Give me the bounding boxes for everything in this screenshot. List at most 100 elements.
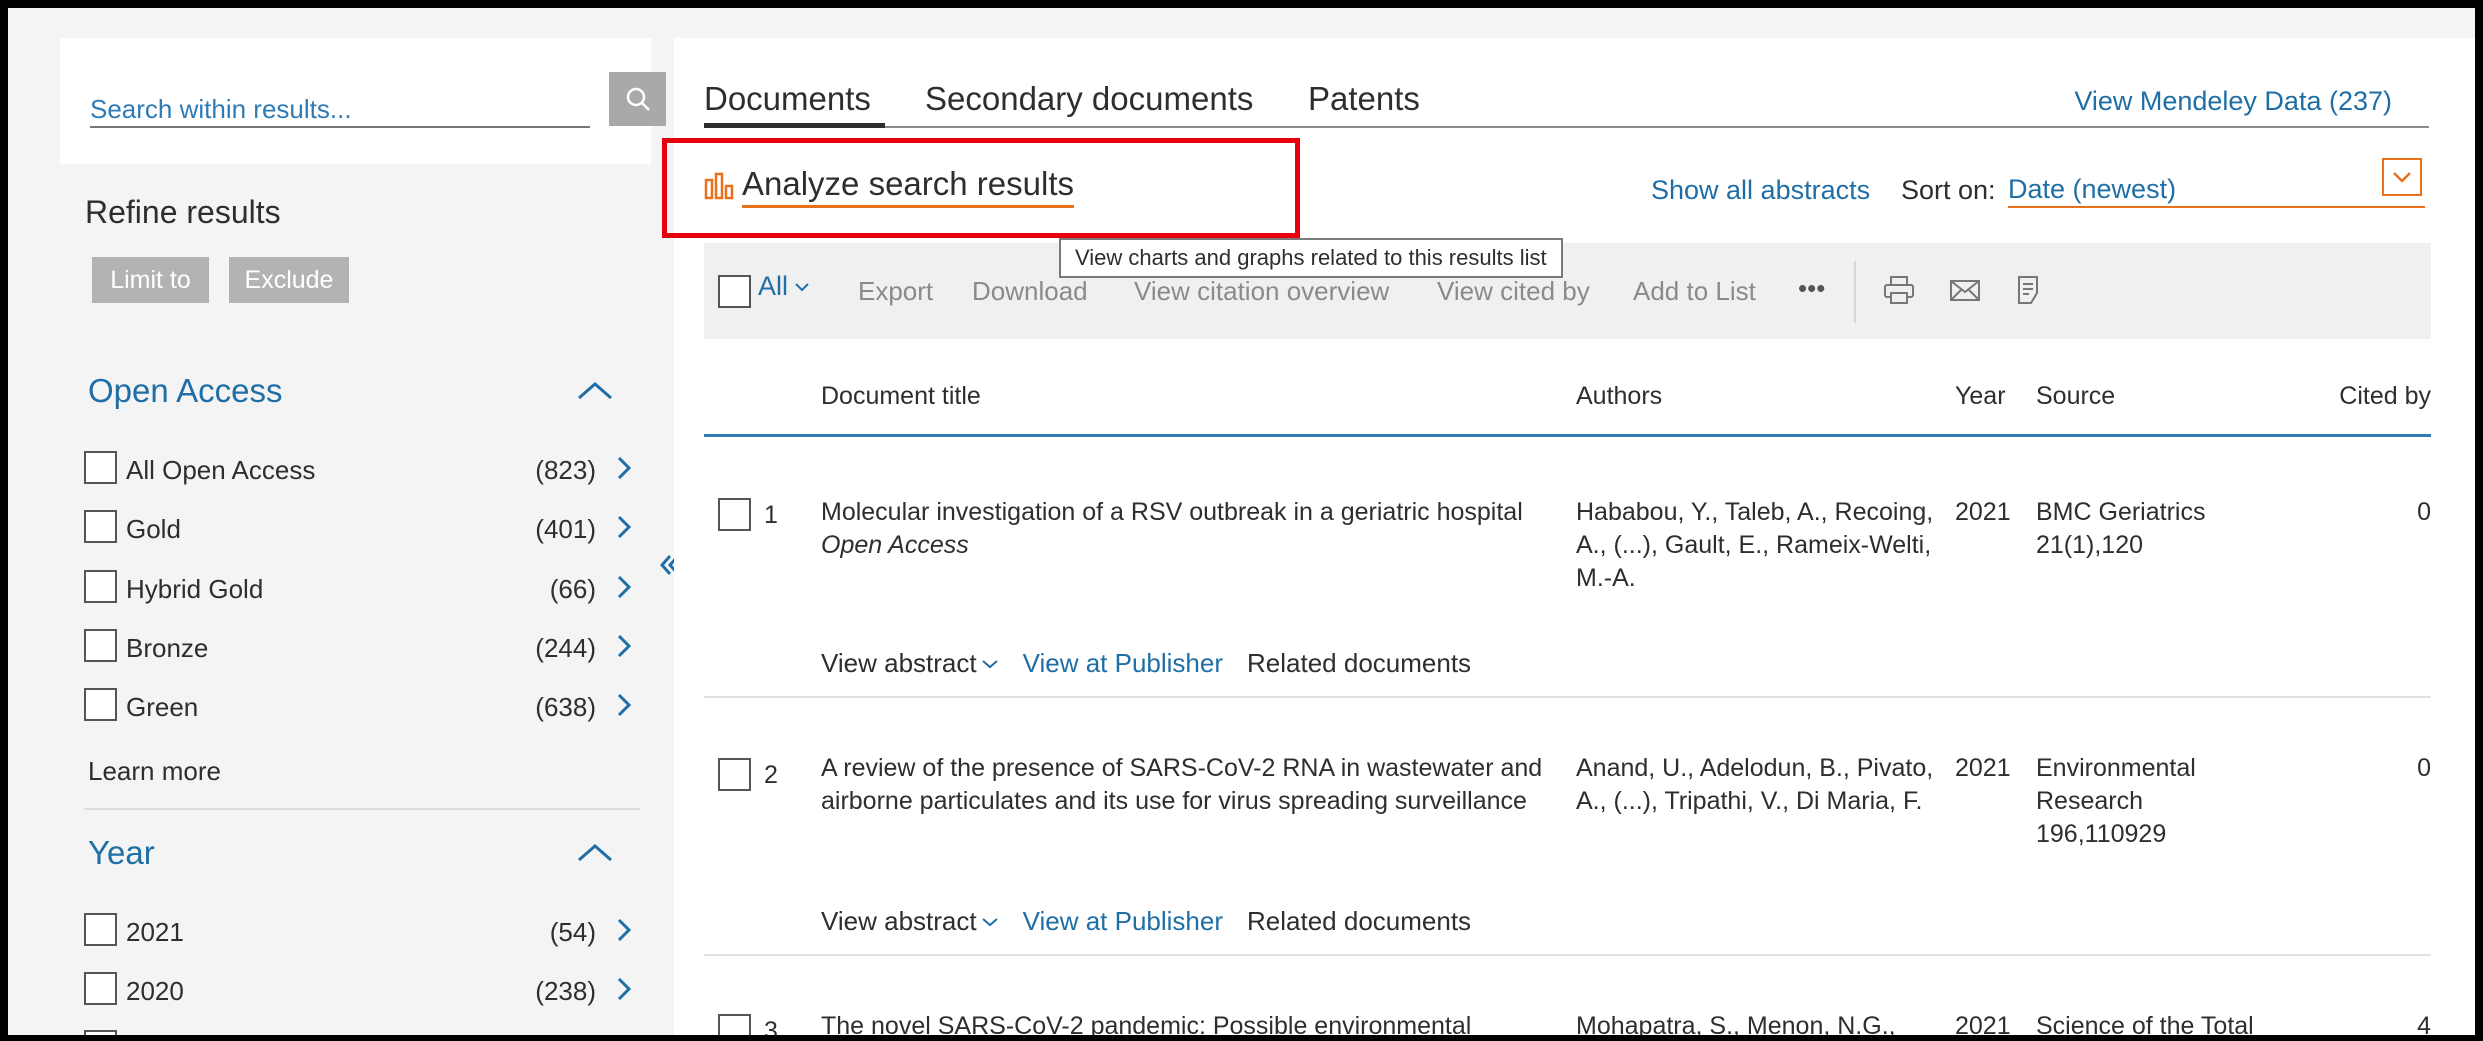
search-button[interactable] [609,72,666,126]
checkbox[interactable] [84,451,117,484]
open-access-label: Open Access [821,531,969,559]
chevron-right-icon[interactable] [614,631,634,661]
checkbox[interactable] [84,510,117,543]
add-to-list-button[interactable]: Add to List [1633,276,1756,307]
tab-patents[interactable]: Patents [1308,80,1420,118]
facet-row-2021[interactable]: 2021 (54) [84,911,644,951]
sort-select[interactable]: Date (newest) [2008,168,2425,208]
refine-sidebar: Refine results Limit to Exclude Open Acc… [8,8,680,1035]
chevron-down-icon [981,917,998,926]
print-icon[interactable] [1882,273,1916,307]
chevron-down-icon [795,282,809,291]
facet-row-hybrid-gold[interactable]: Hybrid Gold (66) [84,568,644,608]
chevron-up-icon[interactable] [575,376,615,404]
chevron-up-icon[interactable] [575,838,615,866]
analyze-search-results-button[interactable]: Analyze search results [704,165,1074,208]
chevron-right-icon[interactable] [614,572,634,602]
more-options-button[interactable]: ••• [1798,273,1825,304]
facet-row-green[interactable]: Green (638) [84,686,644,726]
facet-row-bronze[interactable]: Bronze (244) [84,627,644,667]
column-header-source[interactable]: Source [2036,382,2115,411]
checkbox[interactable] [84,913,117,946]
chevron-right-icon[interactable] [614,512,634,542]
chevron-down-icon [981,659,998,668]
view-abstract-label: View abstract [821,906,977,936]
learn-more-link[interactable]: Learn more [88,756,221,787]
view-abstract-button[interactable]: View abstract [821,906,999,937]
document-title-text: A review of the presence of SARS-CoV-2 R… [821,754,1543,815]
document-title[interactable]: Molecular investigation of a RSV outbrea… [821,496,1561,562]
facet-row-partial[interactable] [84,1028,644,1035]
document-title-text: Molecular investigation of a RSV outbrea… [821,498,1523,526]
view-at-publisher-link[interactable]: View at Publisher [1023,648,1223,679]
column-header-year[interactable]: Year [1955,382,2006,411]
tab-documents[interactable]: Documents [704,80,871,118]
bibliography-icon[interactable] [2012,273,2046,307]
column-header-authors[interactable]: Authors [1576,382,1662,411]
facet-label: Gold [126,514,181,544]
row-actions: View abstract View at Publisher Related … [821,906,1471,937]
analyze-label: Analyze search results [742,165,1074,208]
related-documents-link[interactable]: Related documents [1247,648,1471,679]
authors[interactable]: Hababou, Y., Taleb, A., Recoing, A., (..… [1576,496,1946,595]
facet-row-gold[interactable]: Gold (401) [84,508,644,548]
checkbox[interactable] [84,688,117,721]
checkbox[interactable] [84,1030,117,1035]
chevron-right-icon[interactable] [614,453,634,483]
page-frame: Refine results Limit to Exclude Open Acc… [0,0,2483,1041]
sort-dropdown-button[interactable] [2382,158,2422,196]
open-access-facet-title[interactable]: Open Access [88,372,282,410]
checkbox[interactable] [84,629,117,662]
chevron-right-icon[interactable] [614,974,634,1004]
facet-count: (238) [535,976,596,1006]
facet-count: (54) [549,917,596,947]
authors[interactable]: Anand, U., Adelodun, B., Pivato, A., (..… [1576,752,1946,818]
checkbox[interactable] [84,570,117,603]
checkbox[interactable] [84,972,117,1005]
row-checkbox[interactable] [718,758,751,791]
document-title[interactable]: A review of the presence of SARS-CoV-2 R… [821,752,1561,818]
limit-to-button[interactable]: Limit to [92,257,209,303]
facet-label: Hybrid Gold [126,574,264,604]
source[interactable]: Environmental Research 196,110929 [2036,752,2216,851]
exclude-button[interactable]: Exclude [229,257,349,303]
year-facet-title[interactable]: Year [88,834,155,872]
download-button[interactable]: Download [972,276,1088,307]
row-checkbox[interactable] [718,498,751,531]
chevron-right-icon[interactable] [614,915,634,945]
table-row: 3 The novel SARS-CoV-2 pandemic: Possibl… [704,956,2431,1040]
facet-row-all-open-access[interactable]: All Open Access (823) [84,449,644,489]
view-mendeley-data-link[interactable]: View Mendeley Data (237) [2074,86,2392,117]
chevron-right-icon[interactable] [614,690,634,720]
column-header-title[interactable]: Document title [821,382,981,411]
row-number: 1 [764,501,778,529]
view-at-publisher-link[interactable]: View at Publisher [1023,906,1223,937]
document-title-text: The novel SARS-CoV-2 pandemic: Possible … [821,1012,1472,1040]
source[interactable]: Science of the Total Environment [2036,1010,2286,1035]
related-documents-link[interactable]: Related documents [1247,906,1471,937]
document-title[interactable]: The novel SARS-CoV-2 pandemic: Possible … [821,1010,1561,1040]
search-within-input[interactable] [90,80,590,128]
source[interactable]: BMC Geriatrics 21(1),120 [2036,496,2286,562]
sort-label: Sort on: [1901,175,1996,205]
email-icon[interactable] [1948,273,1982,307]
chevron-down-icon [2393,172,2411,183]
cited-by-count[interactable]: 4 [2417,1010,2431,1035]
cited-by-count[interactable]: 0 [2417,496,2431,529]
view-abstract-button[interactable]: View abstract [821,648,999,679]
facet-row-2020[interactable]: 2020 (238) [84,970,644,1010]
select-all-dropdown[interactable]: All [758,271,810,302]
select-all-checkbox[interactable] [718,275,751,308]
year: 2021 [1955,498,2011,526]
year: 2021 [1955,1012,2011,1040]
view-cited-by-button[interactable]: View cited by [1437,276,1590,307]
export-button[interactable]: Export [858,276,933,307]
column-header-cited-by[interactable]: Cited by [2339,382,2431,411]
tab-secondary-documents[interactable]: Secondary documents [925,80,1253,118]
row-checkbox[interactable] [718,1014,751,1035]
view-citation-overview-button[interactable]: View citation overview [1134,276,1389,307]
authors[interactable]: Mohapatra, S., Menon, N.G., Mohapatra, G… [1576,1010,1946,1035]
show-all-abstracts-link[interactable]: Show all abstracts [1651,175,1870,206]
table-row: 1 Molecular investigation of a RSV outbr… [704,466,2431,696]
cited-by-count[interactable]: 0 [2417,752,2431,785]
